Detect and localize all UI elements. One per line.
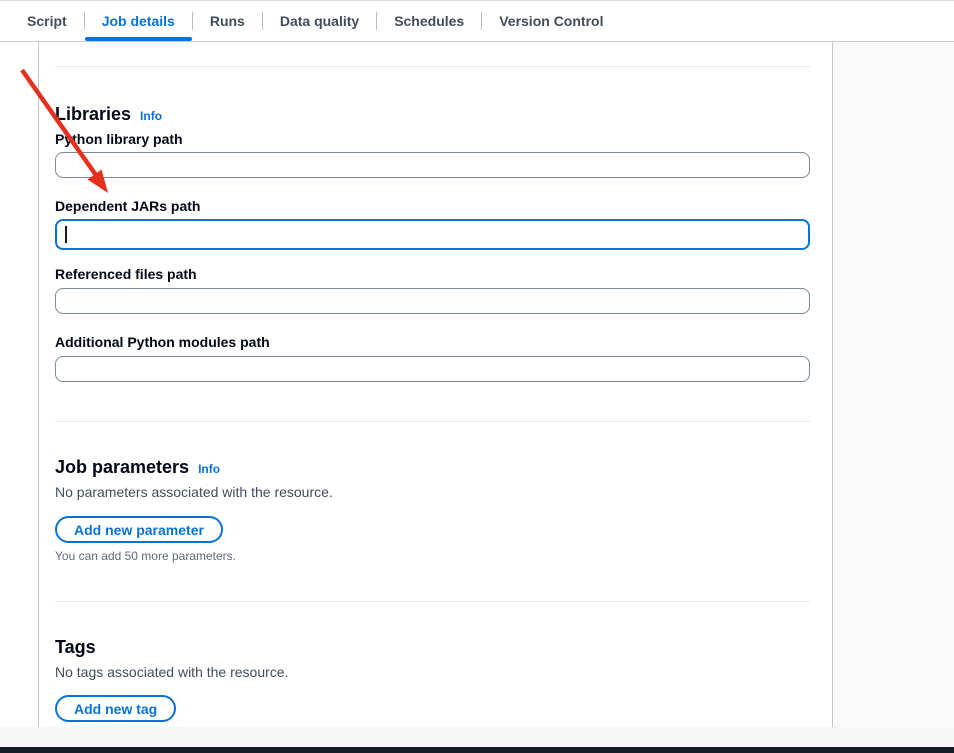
job-parameters-section-header: Job parameters Info [55,456,810,478]
libraries-section-header: Libraries Info [55,103,810,125]
tab-data-quality-label: Data quality [280,13,359,29]
tab-runs-label: Runs [210,13,245,29]
active-tab-underline [85,37,192,41]
tab-bar: Script Job details Runs Data quality Sch… [0,0,954,42]
tags-title: Tags [55,636,96,658]
tab-schedules-label: Schedules [394,13,464,29]
job-details-panel: Libraries Info Python library path Depen… [38,42,833,727]
tab-script-label: Script [27,13,67,29]
python-library-path-input[interactable] [55,152,810,178]
section-divider [55,421,810,422]
libraries-info-link[interactable]: Info [140,109,162,123]
tab-runs[interactable]: Runs [193,1,262,41]
dependent-jars-path-label: Dependent JARs path [55,198,810,214]
content-row: Libraries Info Python library path Depen… [0,42,954,727]
referenced-files-path-label: Referenced files path [55,266,810,282]
libraries-title: Libraries [55,103,131,125]
job-parameters-info-link[interactable]: Info [198,462,220,476]
python-library-path-label: Python library path [55,131,810,147]
add-new-parameter-button[interactable]: Add new parameter [55,516,223,543]
right-gutter [833,42,954,727]
tab-script[interactable]: Script [10,1,84,41]
additional-python-modules-path-input[interactable] [55,356,810,382]
additional-python-modules-path-label: Additional Python modules path [55,334,810,350]
bottom-strip [0,727,954,747]
tab-job-details[interactable]: Job details [85,1,192,41]
job-parameters-helper-text: You can add 50 more parameters. [55,549,810,563]
glue-job-details-page: Script Job details Runs Data quality Sch… [0,0,954,753]
left-gutter [0,42,38,727]
tags-section-header: Tags [55,636,810,658]
section-divider [55,601,810,602]
tags-empty-text: No tags associated with the resource. [55,663,810,681]
section-divider [55,66,810,67]
footer-bar [0,747,954,753]
tab-job-details-label: Job details [102,13,175,29]
add-new-tag-button[interactable]: Add new tag [55,695,176,722]
tab-version-control[interactable]: Version Control [482,1,620,41]
tab-schedules[interactable]: Schedules [377,1,481,41]
job-parameters-empty-text: No parameters associated with the resour… [55,483,810,501]
referenced-files-path-input[interactable] [55,288,810,314]
dependent-jars-path-field [55,219,810,250]
job-parameters-title: Job parameters [55,456,189,478]
dependent-jars-path-input[interactable] [55,219,810,250]
text-cursor [65,226,67,243]
tab-data-quality[interactable]: Data quality [263,1,376,41]
tab-version-control-label: Version Control [499,13,603,29]
